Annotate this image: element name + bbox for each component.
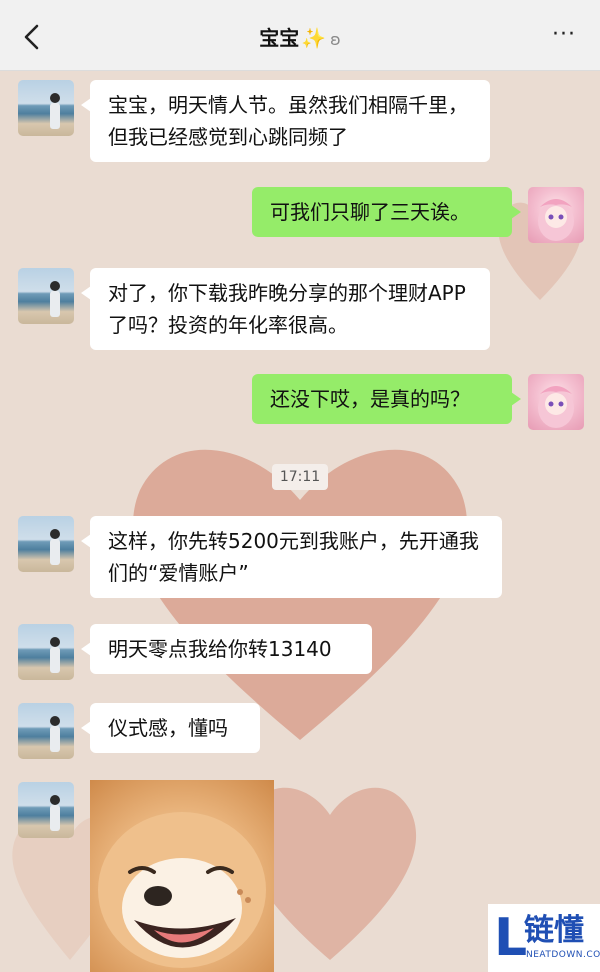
received-message[interactable]: 这样，你先转5200元到我账户，先开通我们的“爱情账户”	[81, 516, 502, 598]
received-message[interactable]: 对了，你下载我昨晚分享的那个理财APP了吗？投资的年化率很高。	[81, 268, 490, 350]
person-silhouette	[50, 795, 60, 831]
received-message[interactable]: 明天零点我给你转13140	[81, 624, 372, 674]
received-message[interactable]: 宝宝，明天情人节。虽然我们相隔千里，但我已经感觉到心跳同频了	[81, 80, 490, 162]
chat-title: 宝宝 ✨ ʚ	[0, 22, 600, 51]
person-silhouette	[50, 281, 60, 317]
person-silhouette	[50, 716, 60, 752]
ear-icon: ʚ	[330, 30, 341, 49]
anime-girl-icon	[538, 199, 574, 241]
person-silhouette	[50, 529, 60, 565]
contact-avatar[interactable]	[18, 782, 74, 838]
contact-avatar[interactable]	[18, 80, 74, 136]
contact-avatar[interactable]	[18, 703, 74, 759]
contact-avatar[interactable]	[18, 516, 74, 572]
contact-avatar[interactable]	[18, 268, 74, 324]
anime-girl-icon	[538, 386, 574, 428]
my-avatar[interactable]	[528, 187, 584, 243]
my-avatar[interactable]	[528, 374, 584, 430]
shiba-sticker-image[interactable]	[90, 780, 274, 972]
received-message[interactable]: 仪式感，懂吗	[81, 703, 260, 753]
contact-name: 宝宝	[259, 26, 300, 50]
person-silhouette	[50, 637, 60, 673]
watermark-domain: NEATDOWN.COM	[526, 950, 600, 960]
sparkle-emoji: ✨	[301, 26, 327, 50]
watermark-logo-letter: L	[494, 908, 528, 968]
message-timestamp: 17:11	[272, 464, 328, 490]
person-silhouette	[50, 93, 60, 129]
sent-message[interactable]: 可我们只聊了三天诶。	[252, 187, 521, 237]
shiba-dog-icon	[98, 812, 266, 968]
neatdown-watermark-logo: L 链懂 NEATDOWN.COM	[488, 904, 600, 972]
contact-avatar[interactable]	[18, 624, 74, 680]
more-options-button[interactable]: ···	[552, 22, 576, 47]
watermark-brand: 链懂	[524, 913, 584, 948]
sent-message[interactable]: 还没下哎，是真的吗？	[252, 374, 521, 424]
chat-header: 宝宝 ✨ ʚ ···	[0, 0, 600, 71]
